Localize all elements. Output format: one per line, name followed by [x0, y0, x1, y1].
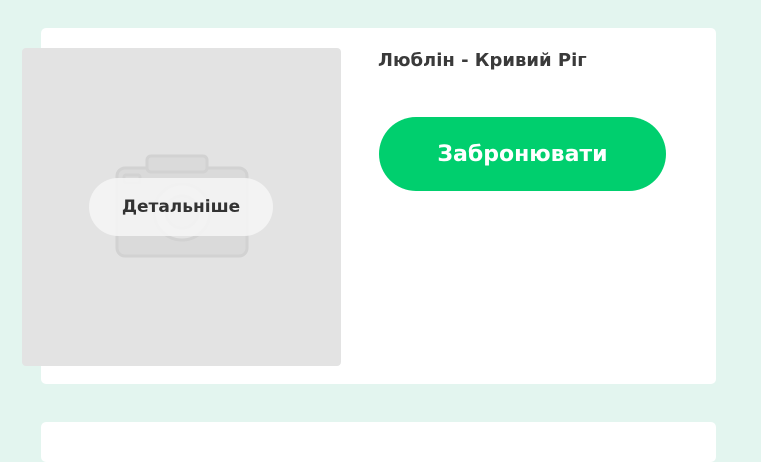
details-button[interactable]: Детальніше	[89, 178, 273, 236]
next-route-card	[41, 422, 716, 462]
book-button[interactable]: Забронювати	[379, 117, 666, 191]
route-photo-placeholder[interactable]: Детальніше	[22, 48, 341, 366]
route-title: Люблін - Кривий Ріг	[378, 50, 587, 71]
